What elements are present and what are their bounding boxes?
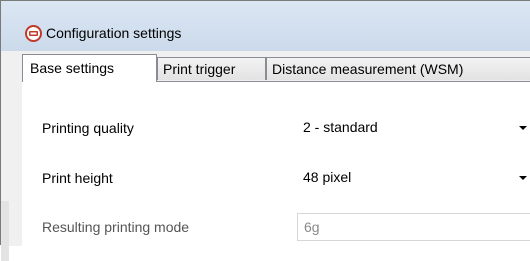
- printing-quality-select[interactable]: 2 - standard: [297, 114, 530, 142]
- window-title: Configuration settings: [46, 25, 182, 41]
- left-edge-shade: [1, 201, 9, 261]
- resulting-mode-field: 6g: [297, 213, 530, 241]
- chevron-down-icon[interactable]: [519, 126, 527, 130]
- tab-distance-measurement[interactable]: Distance measurement (WSM): [266, 57, 530, 80]
- left-edge: [1, 51, 22, 261]
- print-height-select[interactable]: 48 pixel: [297, 164, 530, 192]
- base-settings-panel: Printing quality 2 - standard Print heig…: [22, 81, 530, 246]
- tab-print-trigger[interactable]: Print trigger: [157, 57, 266, 80]
- configuration-window: Configuration settings Base settings Pri…: [0, 0, 530, 261]
- resulting-mode-label: Resulting printing mode: [42, 219, 190, 235]
- print-height-value: 48 pixel: [303, 169, 352, 185]
- tab-base-settings[interactable]: Base settings: [22, 54, 157, 82]
- printing-quality-value: 2 - standard: [303, 119, 378, 135]
- app-logo-icon: [25, 25, 42, 42]
- print-height-label: Print height: [42, 170, 113, 186]
- chevron-down-icon[interactable]: [519, 176, 527, 180]
- title-bar: Configuration settings: [1, 1, 530, 51]
- printing-quality-label: Printing quality: [42, 120, 134, 136]
